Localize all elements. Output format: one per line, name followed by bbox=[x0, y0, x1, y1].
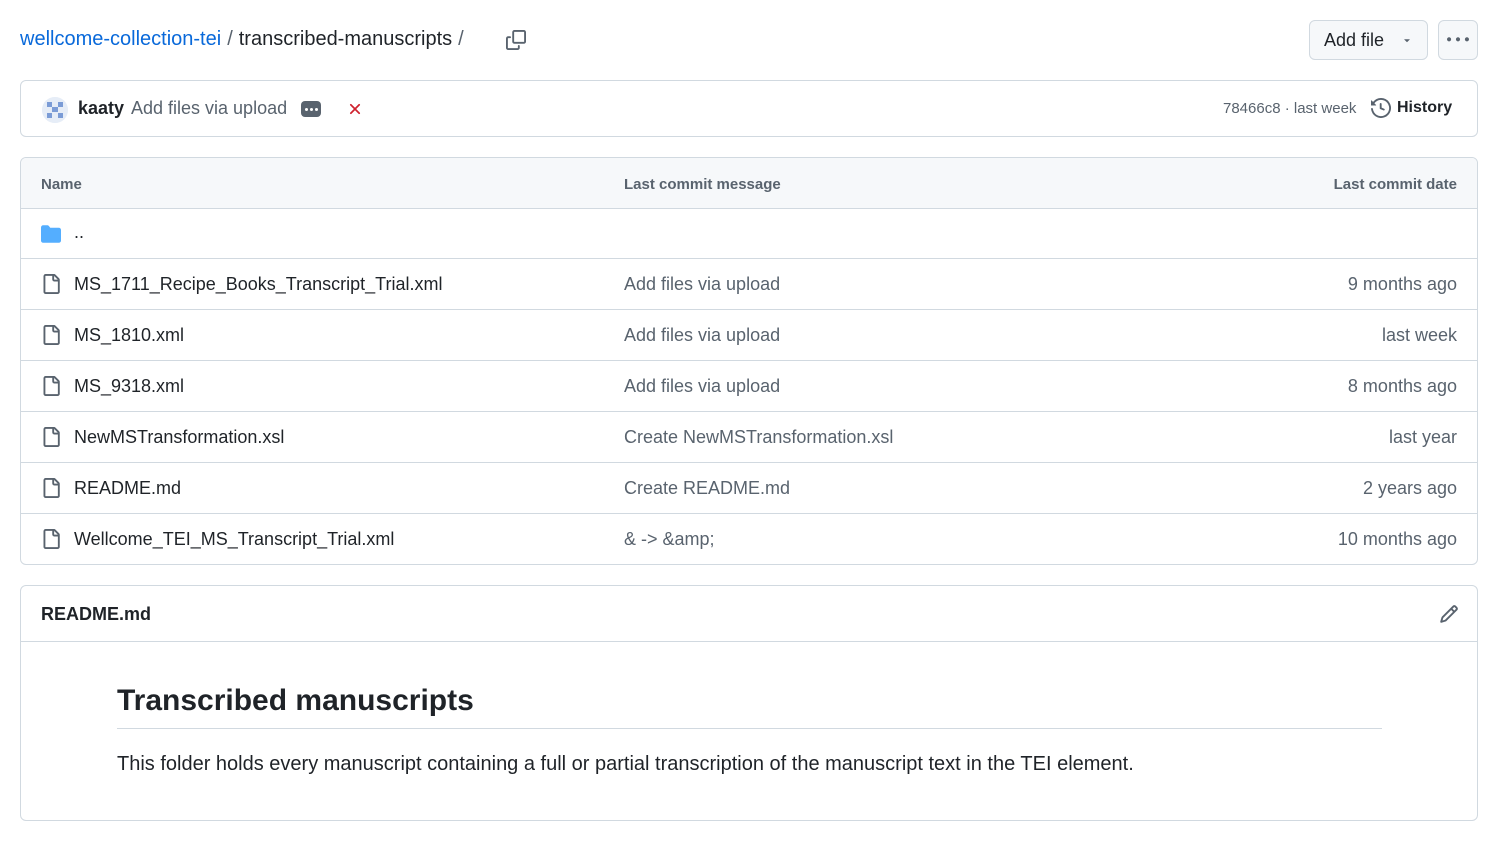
kebab-horizontal-icon bbox=[1447, 37, 1469, 42]
folder-icon bbox=[41, 225, 61, 243]
copy-icon bbox=[506, 30, 526, 50]
file-commit-message[interactable]: Create README.md bbox=[624, 478, 790, 499]
file-commit-message[interactable]: Add files via upload bbox=[624, 325, 780, 346]
pencil-icon[interactable] bbox=[1439, 604, 1459, 624]
file-icon bbox=[43, 529, 60, 549]
readme-file-label[interactable]: README.md bbox=[41, 604, 151, 625]
file-icon bbox=[43, 427, 60, 447]
readme-header: README.md bbox=[21, 586, 1477, 642]
file-name-link[interactable]: MS_1711_Recipe_Books_Transcript_Trial.xm… bbox=[74, 274, 443, 295]
file-icon bbox=[43, 325, 60, 345]
file-commit-date: 8 months ago bbox=[1347, 376, 1457, 396]
readme-heading: Transcribed manuscripts bbox=[117, 684, 1382, 729]
table-row: NewMSTransformation.xsl Create NewMSTran… bbox=[21, 412, 1477, 463]
breadcrumb-current-folder: transcribed-manuscripts bbox=[238, 28, 453, 50]
commit-sha-time[interactable]: 78466c8 · last week bbox=[1223, 100, 1356, 117]
table-row: MS_9318.xml Add files via upload 8 month… bbox=[21, 361, 1477, 412]
breadcrumb: wellcome-collection-tei / transcribed-ma… bbox=[20, 28, 470, 51]
file-name-link[interactable]: Wellcome_TEI_MS_Transcript_Trial.xml bbox=[74, 529, 394, 550]
file-name-link[interactable]: README.md bbox=[74, 478, 181, 499]
more-options-button[interactable] bbox=[1438, 20, 1478, 60]
breadcrumb-separator: / bbox=[458, 28, 464, 50]
file-table: Name Last commit message Last commit dat… bbox=[20, 157, 1478, 565]
column-header-name: Name bbox=[41, 176, 82, 193]
table-row: MS_1810.xml Add files via upload last we… bbox=[21, 310, 1477, 361]
file-name-link[interactable]: MS_1810.xml bbox=[74, 325, 184, 346]
add-file-button[interactable]: Add file bbox=[1309, 20, 1428, 60]
failed-check-icon[interactable] bbox=[346, 100, 364, 118]
file-commit-message[interactable]: Add files via upload bbox=[624, 376, 780, 397]
repo-header: wellcome-collection-tei / transcribed-ma… bbox=[20, 20, 1478, 62]
commit-author[interactable]: kaaty bbox=[78, 98, 124, 119]
breadcrumb-repo-link[interactable]: wellcome-collection-tei bbox=[20, 28, 221, 51]
latest-commit-bar: kaaty Add files via upload 78466c8 · las… bbox=[20, 80, 1478, 137]
table-row: Wellcome_TEI_MS_Transcript_Trial.xml & -… bbox=[21, 514, 1477, 564]
file-name-link[interactable]: MS_9318.xml bbox=[74, 376, 184, 397]
parent-directory-label[interactable]: .. bbox=[74, 222, 84, 243]
file-commit-date: last year bbox=[1388, 427, 1457, 447]
avatar[interactable] bbox=[42, 97, 68, 123]
readme-paragraph: This folder holds every manuscript conta… bbox=[117, 753, 1134, 775]
history-icon bbox=[1371, 98, 1391, 118]
table-row: README.md Create README.md 2 years ago bbox=[21, 463, 1477, 514]
file-commit-date: 2 years ago bbox=[1362, 478, 1457, 498]
readme-panel: README.md Transcribed manuscripts This f… bbox=[20, 585, 1478, 821]
file-icon bbox=[43, 274, 60, 294]
add-file-label: Add file bbox=[1324, 29, 1385, 50]
file-icon bbox=[43, 478, 60, 498]
file-commit-message[interactable]: Create NewMSTransformation.xsl bbox=[624, 427, 893, 448]
copy-path-button[interactable] bbox=[504, 28, 528, 52]
readme-content: Transcribed manuscripts This folder hold… bbox=[117, 684, 1382, 776]
table-row: MS_1711_Recipe_Books_Transcript_Trial.xm… bbox=[21, 259, 1477, 310]
file-commit-date: last week bbox=[1381, 325, 1457, 345]
file-commit-message[interactable]: Add files via upload bbox=[624, 274, 780, 295]
expand-commit-button[interactable] bbox=[301, 101, 321, 117]
file-commit-date: 10 months ago bbox=[1337, 529, 1457, 549]
history-label: History bbox=[1397, 99, 1453, 116]
column-header-message: Last commit message bbox=[624, 176, 781, 193]
file-commit-date: 9 months ago bbox=[1347, 274, 1457, 294]
file-icon bbox=[43, 376, 60, 396]
file-commit-message[interactable]: & -> &amp; bbox=[624, 529, 715, 550]
parent-directory-row[interactable]: .. bbox=[21, 209, 1477, 259]
caret-down-icon bbox=[1404, 39, 1410, 43]
history-button[interactable]: History bbox=[1371, 98, 1452, 118]
table-header: Name Last commit message Last commit dat… bbox=[21, 158, 1477, 209]
commit-message[interactable]: Add files via upload bbox=[131, 98, 287, 119]
file-name-link[interactable]: NewMSTransformation.xsl bbox=[74, 427, 284, 448]
column-header-date: Last commit date bbox=[1333, 176, 1457, 193]
breadcrumb-separator: / bbox=[227, 28, 233, 50]
